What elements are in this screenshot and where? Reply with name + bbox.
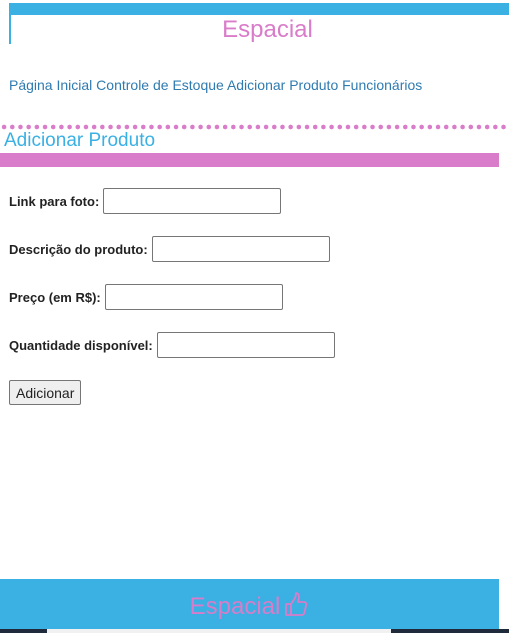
site-header: Espacial [9,3,509,44]
quantity-input[interactable] [156,332,335,358]
site-footer: Espacial [0,579,499,629]
site-title: Espacial [222,16,313,43]
description-input[interactable] [151,236,330,262]
description-row: Descrição do produto: [9,236,330,262]
photo-row: Link para foto: [9,188,282,214]
price-input[interactable] [104,284,283,310]
section-title: Adicionar Produto [4,130,156,151]
bottom-edge-strip [0,629,509,633]
description-label: Descrição do produto: [9,241,148,257]
quantity-label: Quantidade disponível: [9,337,153,353]
add-product-button[interactable]: Adicionar [9,380,82,405]
price-row: Preço (em R$): [9,284,283,310]
nav-link-add-product[interactable]: Adicionar Produto [227,77,338,93]
nav-link-employees[interactable]: Funcionários [342,77,422,93]
nav-link-home[interactable]: Página Inicial [9,77,92,93]
footer-title: Espacial [189,593,281,620]
photo-link-input[interactable] [103,188,282,214]
quantity-row: Quantidade disponível: [9,332,335,358]
price-label: Preço (em R$): [9,289,101,305]
section-underline-bar [0,153,499,167]
main-nav: Página Inicial Controle de Estoque Adici… [9,77,422,93]
thumbs-up-icon [283,592,309,618]
photo-label: Link para foto: [9,193,100,209]
bottom-edge-highlight [47,629,391,633]
nav-link-inventory[interactable]: Controle de Estoque [96,77,224,93]
